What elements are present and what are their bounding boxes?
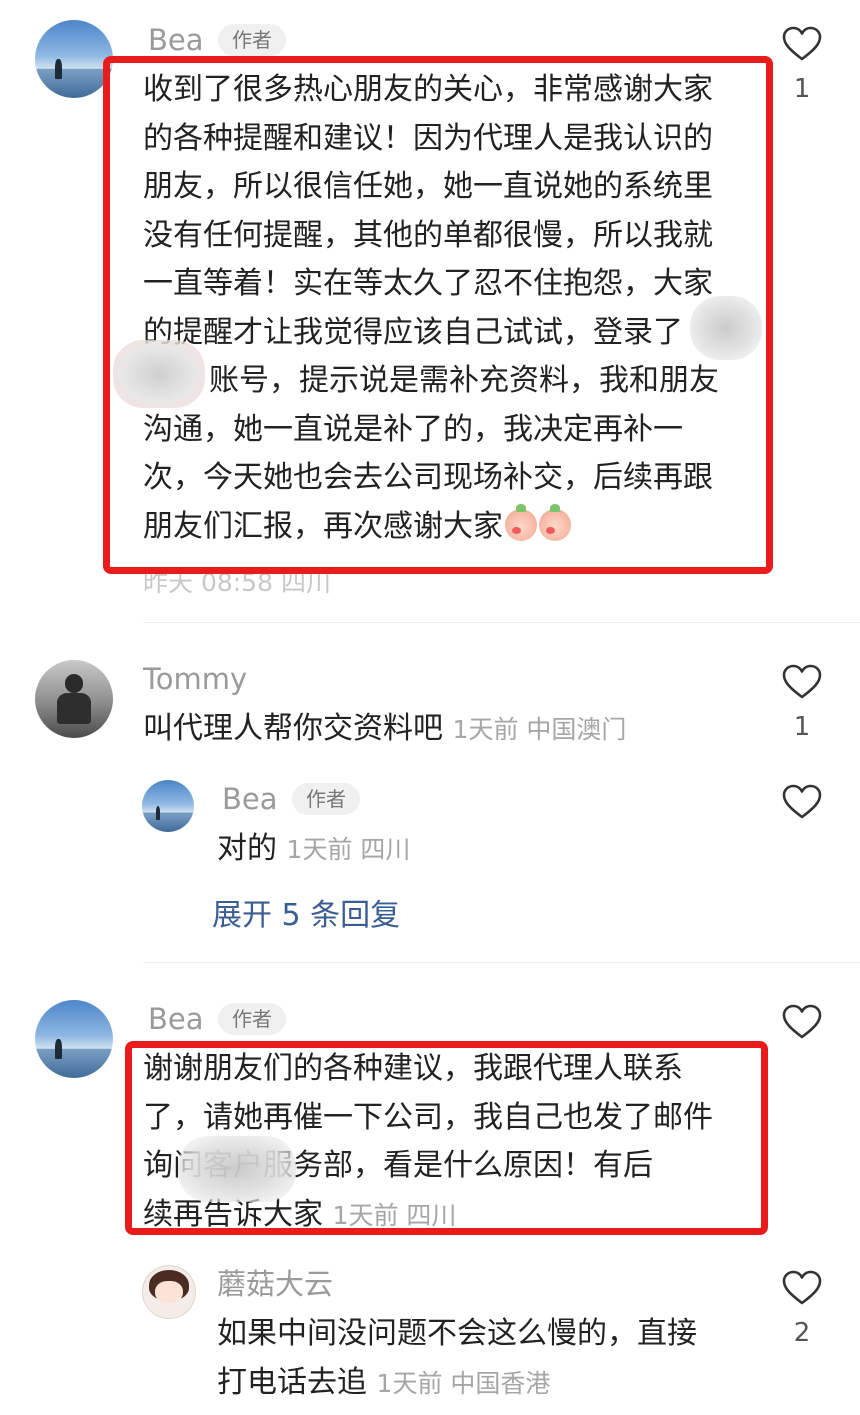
heart-icon[interactable] (782, 664, 822, 700)
comment-meta: 1天前 中国澳门 (452, 715, 627, 744)
highlight-box (103, 56, 773, 574)
reply-text: 对的 1天前 四川 (217, 825, 757, 875)
text-line: 叫代理人帮你交资料吧 (143, 711, 443, 746)
heart-icon[interactable] (782, 1270, 822, 1306)
comment-username[interactable]: 蘑菇大云 (217, 1270, 333, 1299)
author-badge: 作者 (292, 783, 360, 815)
comment-text: 叫代理人帮你交资料吧 1天前 中国澳门 (143, 705, 763, 755)
heart-icon[interactable] (782, 784, 822, 820)
highlight-box (125, 1041, 768, 1235)
text-line: 打电话去追 (217, 1364, 367, 1400)
avatar[interactable] (35, 660, 113, 738)
comment-username[interactable]: Bea (148, 26, 204, 55)
author-badge: 作者 (218, 1003, 286, 1035)
avatar[interactable] (35, 20, 113, 98)
divider (143, 622, 860, 623)
reply-meta: 1天前 四川 (286, 835, 411, 864)
comment-text: 如果中间没问题不会这么慢的，直接 打电话去追 1天前 中国香港 (217, 1310, 762, 1408)
text-line: 对的 (217, 831, 277, 866)
heart-icon[interactable] (782, 26, 822, 62)
avatar[interactable] (142, 780, 194, 832)
avatar[interactable] (35, 1000, 113, 1078)
author-badge: 作者 (218, 24, 286, 56)
text-line: 如果中间没问题不会这么慢的，直接 (217, 1316, 697, 1351)
divider (143, 962, 860, 963)
heart-icon[interactable] (782, 1004, 822, 1040)
comment-meta: 1天前 中国香港 (376, 1368, 551, 1398)
like-count: 1 (793, 712, 811, 742)
avatar[interactable] (142, 1265, 196, 1319)
comment-username[interactable]: Tommy (143, 665, 247, 694)
reply-username[interactable]: Bea (222, 785, 278, 814)
like-count: 2 (793, 1318, 811, 1348)
expand-replies-link[interactable]: 展开 5 条回复 (212, 890, 400, 934)
like-count: 1 (793, 74, 811, 104)
comment-username[interactable]: Bea (148, 1005, 204, 1034)
